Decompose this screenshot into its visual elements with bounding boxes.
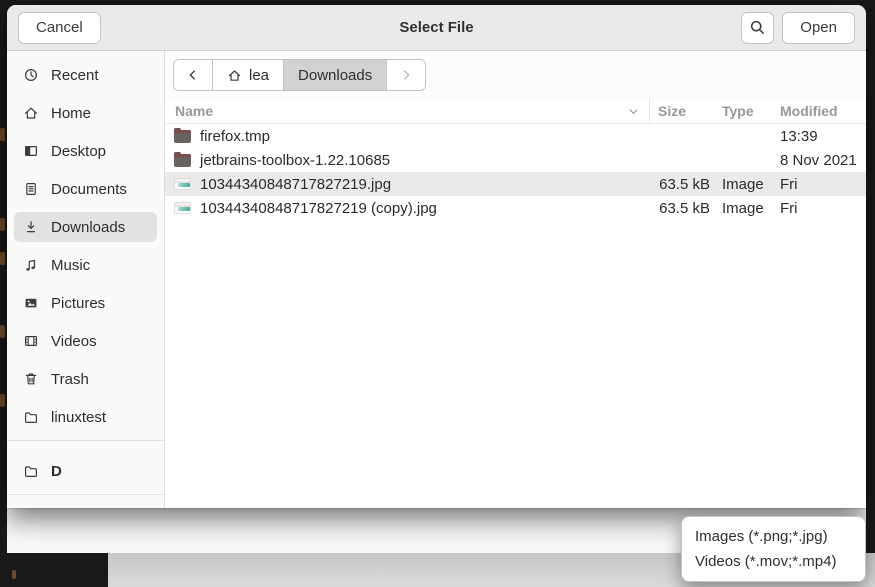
sidebar-item-trash[interactable]: Trash (14, 364, 157, 394)
dialog-title: Select File (7, 19, 866, 36)
desktop-icon (23, 143, 39, 159)
chevron-left-icon (186, 68, 200, 82)
file-name: 10344340848717827219.jpg (200, 176, 391, 193)
home-small-icon (227, 68, 242, 83)
list-column-headers: Name Size Type Modified (165, 99, 866, 124)
document-icon (23, 181, 39, 197)
sidebar-item-label: D (51, 463, 62, 480)
sidebar-item-label: Documents (51, 181, 127, 198)
file-name: jetbrains-toolbox-1.22.10685 (200, 152, 390, 169)
filter-option-images[interactable]: Images (*.png;*.jpg) (682, 524, 865, 549)
sidebar-item-label: Recent (51, 67, 99, 84)
search-icon (749, 19, 766, 36)
back-button[interactable] (174, 60, 213, 90)
sidebar-item-documents[interactable]: Documents (14, 174, 157, 204)
file-size: 63.5 kB (650, 176, 714, 193)
sidebar-item-label: Home (51, 105, 91, 122)
column-header-type[interactable]: Type (714, 103, 772, 119)
image-thumbnail-icon (174, 178, 191, 190)
sidebar-separator (7, 440, 164, 441)
sidebar-item-recent[interactable]: Recent (14, 60, 157, 90)
column-header-name[interactable]: Name (165, 99, 650, 123)
image-thumbnail-icon (174, 202, 191, 214)
film-icon (23, 333, 39, 349)
path-segment-home[interactable]: lea (213, 60, 284, 90)
home-icon (23, 105, 39, 121)
sidebar-item-label: Trash (51, 371, 89, 388)
open-button[interactable]: Open (782, 12, 855, 44)
sidebar-item-label: Music (51, 257, 90, 274)
recent-clock-icon (23, 67, 39, 83)
file-size: 63.5 kB (650, 200, 714, 217)
file-type: Image (714, 200, 772, 217)
file-browser-pane: lea Downloads Name (165, 51, 866, 508)
download-icon (23, 219, 39, 235)
pathbar: lea Downloads (165, 51, 866, 99)
file-row-jetbrains-toolbox[interactable]: jetbrains-toolbox-1.22.10685 8 Nov 2021 (165, 148, 866, 172)
sidebar-item-label: Downloads (51, 219, 125, 236)
search-button[interactable] (741, 12, 774, 44)
trash-icon (23, 371, 39, 387)
file-row-jpg-selected[interactable]: 10344340848717827219.jpg 63.5 kB Image F… (165, 172, 866, 196)
file-type: Image (714, 176, 772, 193)
sort-chevron-icon (627, 105, 640, 118)
background-window-artifact (0, 252, 5, 265)
folder-icon (174, 130, 191, 143)
sidebar-item-label: Videos (51, 333, 97, 350)
chevron-right-icon (399, 68, 413, 82)
path-segment-label: lea (249, 67, 269, 84)
filter-option-videos[interactable]: Videos (*.mov;*.mp4) (682, 549, 865, 574)
column-header-modified[interactable]: Modified (772, 103, 866, 119)
sidebar-item-pictures[interactable]: Pictures (14, 288, 157, 318)
cancel-button[interactable]: Cancel (18, 12, 101, 44)
background-window-artifact (0, 325, 5, 338)
file-modified: 13:39 (772, 128, 866, 145)
path-segment-downloads[interactable]: Downloads (284, 60, 387, 90)
dialog-headerbar: Select File Cancel Open (7, 5, 866, 51)
places-sidebar: Recent Home Desktop (7, 51, 165, 508)
sidebar-separator (7, 494, 164, 495)
background-window-artifact (12, 570, 16, 579)
file-row-jpg-copy[interactable]: 10344340848717827219 (copy).jpg 63.5 kB … (165, 196, 866, 220)
sidebar-item-music[interactable]: Music (14, 250, 157, 280)
background-window-artifact (0, 218, 5, 231)
sidebar-item-home[interactable]: Home (14, 98, 157, 128)
background-window-artifact (0, 394, 5, 407)
sidebar-item-downloads[interactable]: Downloads (14, 212, 157, 242)
folder-icon (23, 409, 39, 425)
picture-icon (23, 295, 39, 311)
sidebar-item-label: Pictures (51, 295, 105, 312)
file-chooser-dialog: Select File Cancel Open Recent (7, 5, 866, 508)
forward-button (387, 60, 425, 90)
file-modified: 8 Nov 2021 (772, 152, 866, 169)
background-window-artifact (0, 128, 5, 141)
sidebar-item-label: linuxtest (51, 409, 106, 426)
column-header-size[interactable]: Size (650, 103, 714, 119)
sidebar-item-desktop[interactable]: Desktop (14, 136, 157, 166)
sidebar-item-videos[interactable]: Videos (14, 326, 157, 356)
file-name: 10344340848717827219 (copy).jpg (200, 200, 437, 217)
file-filter-menu: Images (*.png;*.jpg) Videos (*.mov;*.mp4… (681, 516, 866, 582)
music-note-icon (23, 257, 39, 273)
sidebar-item-label: Desktop (51, 143, 106, 160)
sidebar-item-linuxtest[interactable]: linuxtest (14, 402, 157, 432)
folder-icon (174, 154, 191, 167)
file-modified: Fri (772, 176, 866, 193)
screen: { "dialog": { "title": "Select File", "c… (0, 0, 875, 587)
file-modified: Fri (772, 200, 866, 217)
path-segment-label: Downloads (298, 67, 372, 84)
file-row-firefox-tmp[interactable]: firefox.tmp 13:39 (165, 124, 866, 148)
file-name: firefox.tmp (200, 128, 270, 145)
sidebar-item-d[interactable]: D (14, 456, 157, 486)
folder-icon (23, 463, 39, 479)
